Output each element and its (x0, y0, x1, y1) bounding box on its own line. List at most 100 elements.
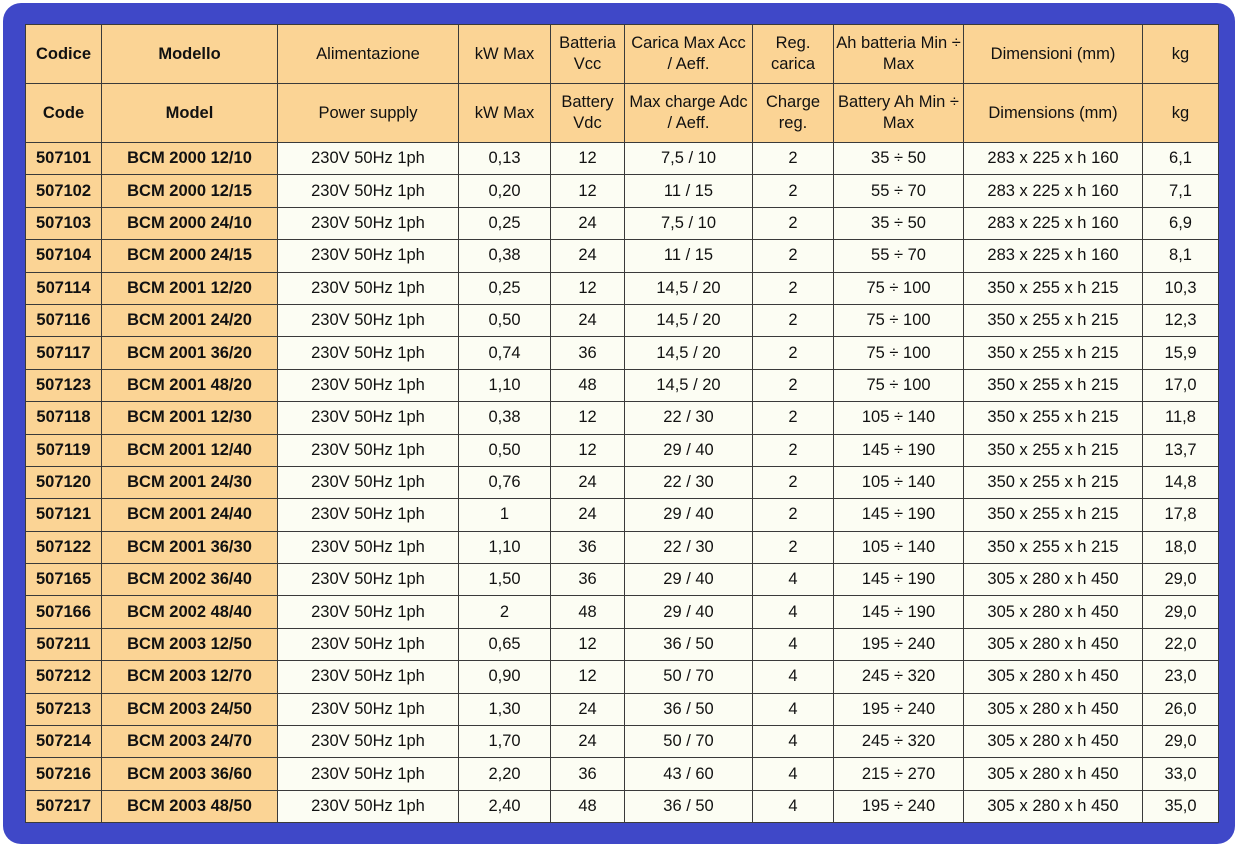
cell-max-charge: 11 / 15 (624, 239, 753, 273)
cell-charge-reg: 4 (752, 627, 834, 662)
cell-dimensions: 305 x 280 x h 450 (963, 789, 1143, 824)
cell-dimensions: 305 x 280 x h 450 (963, 627, 1143, 662)
cell-max-charge: 36 / 50 (624, 627, 753, 662)
cell-code: 507116 (25, 303, 102, 338)
cell-battery-ah: 35 ÷ 50 (833, 141, 964, 176)
cell-kw-max: 0,65 (458, 627, 551, 662)
cell-power-supply: 230V 50Hz 1ph (277, 725, 459, 759)
table-row: 507165 BCM 2002 36/40 230V 50Hz 1ph 1,50 36 2… (25, 563, 1219, 597)
cell-power-supply: 230V 50Hz 1ph (277, 757, 459, 791)
header-cell: Battery Ah Min ÷ Max (833, 83, 964, 143)
cell-max-charge: 29 / 40 (624, 433, 753, 467)
cell-code: 507214 (25, 725, 102, 759)
cell-dimensions: 350 x 255 x h 215 (963, 336, 1143, 370)
cell-max-charge: 14,5 / 20 (624, 303, 753, 338)
cell-code: 507217 (25, 789, 102, 824)
table-row: 507114 BCM 2001 12/20 230V 50Hz 1ph 0,25 12 1… (25, 271, 1219, 305)
header-cell: Dimensions (mm) (963, 83, 1143, 143)
cell-kw-max: 0,76 (458, 465, 551, 500)
cell-model: BCM 2002 48/40 (101, 595, 278, 629)
cell-charge-reg: 4 (752, 660, 834, 694)
cell-battery-ah: 245 ÷ 320 (833, 660, 964, 694)
cell-kw-max: 2,20 (458, 757, 551, 791)
cell-code: 507119 (25, 433, 102, 467)
cell-charge-reg: 2 (752, 336, 834, 370)
cell-power-supply: 230V 50Hz 1ph (277, 789, 459, 824)
table-row: 507214 BCM 2003 24/70 230V 50Hz 1ph 1,70 24 5… (25, 725, 1219, 759)
cell-kg: 29,0 (1142, 725, 1219, 759)
cell-code: 507101 (25, 141, 102, 176)
header-cell: Power supply (277, 83, 459, 143)
cell-dimensions: 350 x 255 x h 215 (963, 368, 1143, 403)
header-cell: kW Max (458, 24, 551, 84)
cell-battery-vdc: 36 (550, 563, 625, 597)
cell-power-supply: 230V 50Hz 1ph (277, 660, 459, 694)
cell-battery-vdc: 12 (550, 433, 625, 467)
cell-charge-reg: 2 (752, 498, 834, 532)
cell-charge-reg: 2 (752, 401, 834, 435)
cell-charge-reg: 4 (752, 595, 834, 629)
table-row: 507166 BCM 2002 48/40 230V 50Hz 1ph 2 48 29 /… (25, 595, 1219, 629)
cell-battery-ah: 145 ÷ 190 (833, 433, 964, 467)
cell-battery-ah: 195 ÷ 240 (833, 789, 964, 824)
cell-kw-max: 1,30 (458, 692, 551, 727)
cell-dimensions: 305 x 280 x h 450 (963, 660, 1143, 694)
cell-charge-reg: 2 (752, 530, 834, 565)
cell-kw-max: 0,25 (458, 271, 551, 305)
cell-code: 507117 (25, 336, 102, 370)
header-row-english: Code Model Power supply kW Max Battery V… (25, 83, 1219, 143)
cell-max-charge: 22 / 30 (624, 465, 753, 500)
cell-kg: 17,8 (1142, 498, 1219, 532)
cell-battery-vdc: 24 (550, 725, 625, 759)
cell-dimensions: 305 x 280 x h 450 (963, 563, 1143, 597)
cell-kg: 18,0 (1142, 530, 1219, 565)
table-row: 507123 BCM 2001 48/20 230V 50Hz 1ph 1,10 48 1… (25, 368, 1219, 403)
cell-charge-reg: 2 (752, 433, 834, 467)
cell-dimensions: 305 x 280 x h 450 (963, 725, 1143, 759)
cell-kg: 12,3 (1142, 303, 1219, 338)
cell-battery-vdc: 12 (550, 174, 625, 208)
cell-power-supply: 230V 50Hz 1ph (277, 627, 459, 662)
cell-code: 507211 (25, 627, 102, 662)
cell-dimensions: 350 x 255 x h 215 (963, 465, 1143, 500)
cell-battery-vdc: 36 (550, 530, 625, 565)
cell-kg: 8,1 (1142, 239, 1219, 273)
cell-battery-ah: 145 ÷ 190 (833, 595, 964, 629)
cell-code: 507118 (25, 401, 102, 435)
cell-charge-reg: 2 (752, 368, 834, 403)
cell-kg: 29,0 (1142, 595, 1219, 629)
cell-max-charge: 29 / 40 (624, 498, 753, 532)
cell-dimensions: 305 x 280 x h 450 (963, 595, 1143, 629)
product-table: Codice Modello Alimentazione kW Max Batt… (25, 24, 1219, 824)
cell-battery-ah: 215 ÷ 270 (833, 757, 964, 791)
table-row: 507216 BCM 2003 36/60 230V 50Hz 1ph 2,20 36 4… (25, 757, 1219, 791)
cell-max-charge: 22 / 30 (624, 401, 753, 435)
cell-battery-ah: 35 ÷ 50 (833, 206, 964, 241)
cell-model: BCM 2001 24/40 (101, 498, 278, 532)
cell-max-charge: 36 / 50 (624, 692, 753, 727)
cell-dimensions: 350 x 255 x h 215 (963, 498, 1143, 532)
header-cell: Reg. carica (752, 24, 834, 84)
table-row: 507102 BCM 2000 12/15 230V 50Hz 1ph 0,20 12 1… (25, 174, 1219, 208)
cell-dimensions: 350 x 255 x h 215 (963, 433, 1143, 467)
cell-battery-ah: 245 ÷ 320 (833, 725, 964, 759)
header-cell: Charge reg. (752, 83, 834, 143)
header-cell: kW Max (458, 83, 551, 143)
cell-battery-vdc: 12 (550, 141, 625, 176)
cell-charge-reg: 2 (752, 271, 834, 305)
cell-dimensions: 283 x 225 x h 160 (963, 174, 1143, 208)
header-cell: kg (1142, 83, 1219, 143)
cell-power-supply: 230V 50Hz 1ph (277, 206, 459, 241)
cell-code: 507212 (25, 660, 102, 694)
cell-dimensions: 305 x 280 x h 450 (963, 692, 1143, 727)
cell-battery-ah: 105 ÷ 140 (833, 401, 964, 435)
cell-battery-ah: 195 ÷ 240 (833, 692, 964, 727)
cell-charge-reg: 4 (752, 757, 834, 791)
cell-charge-reg: 2 (752, 206, 834, 241)
cell-power-supply: 230V 50Hz 1ph (277, 271, 459, 305)
cell-kg: 33,0 (1142, 757, 1219, 791)
cell-power-supply: 230V 50Hz 1ph (277, 336, 459, 370)
cell-kg: 26,0 (1142, 692, 1219, 727)
cell-model: BCM 2001 24/20 (101, 303, 278, 338)
cell-model: BCM 2001 24/30 (101, 465, 278, 500)
